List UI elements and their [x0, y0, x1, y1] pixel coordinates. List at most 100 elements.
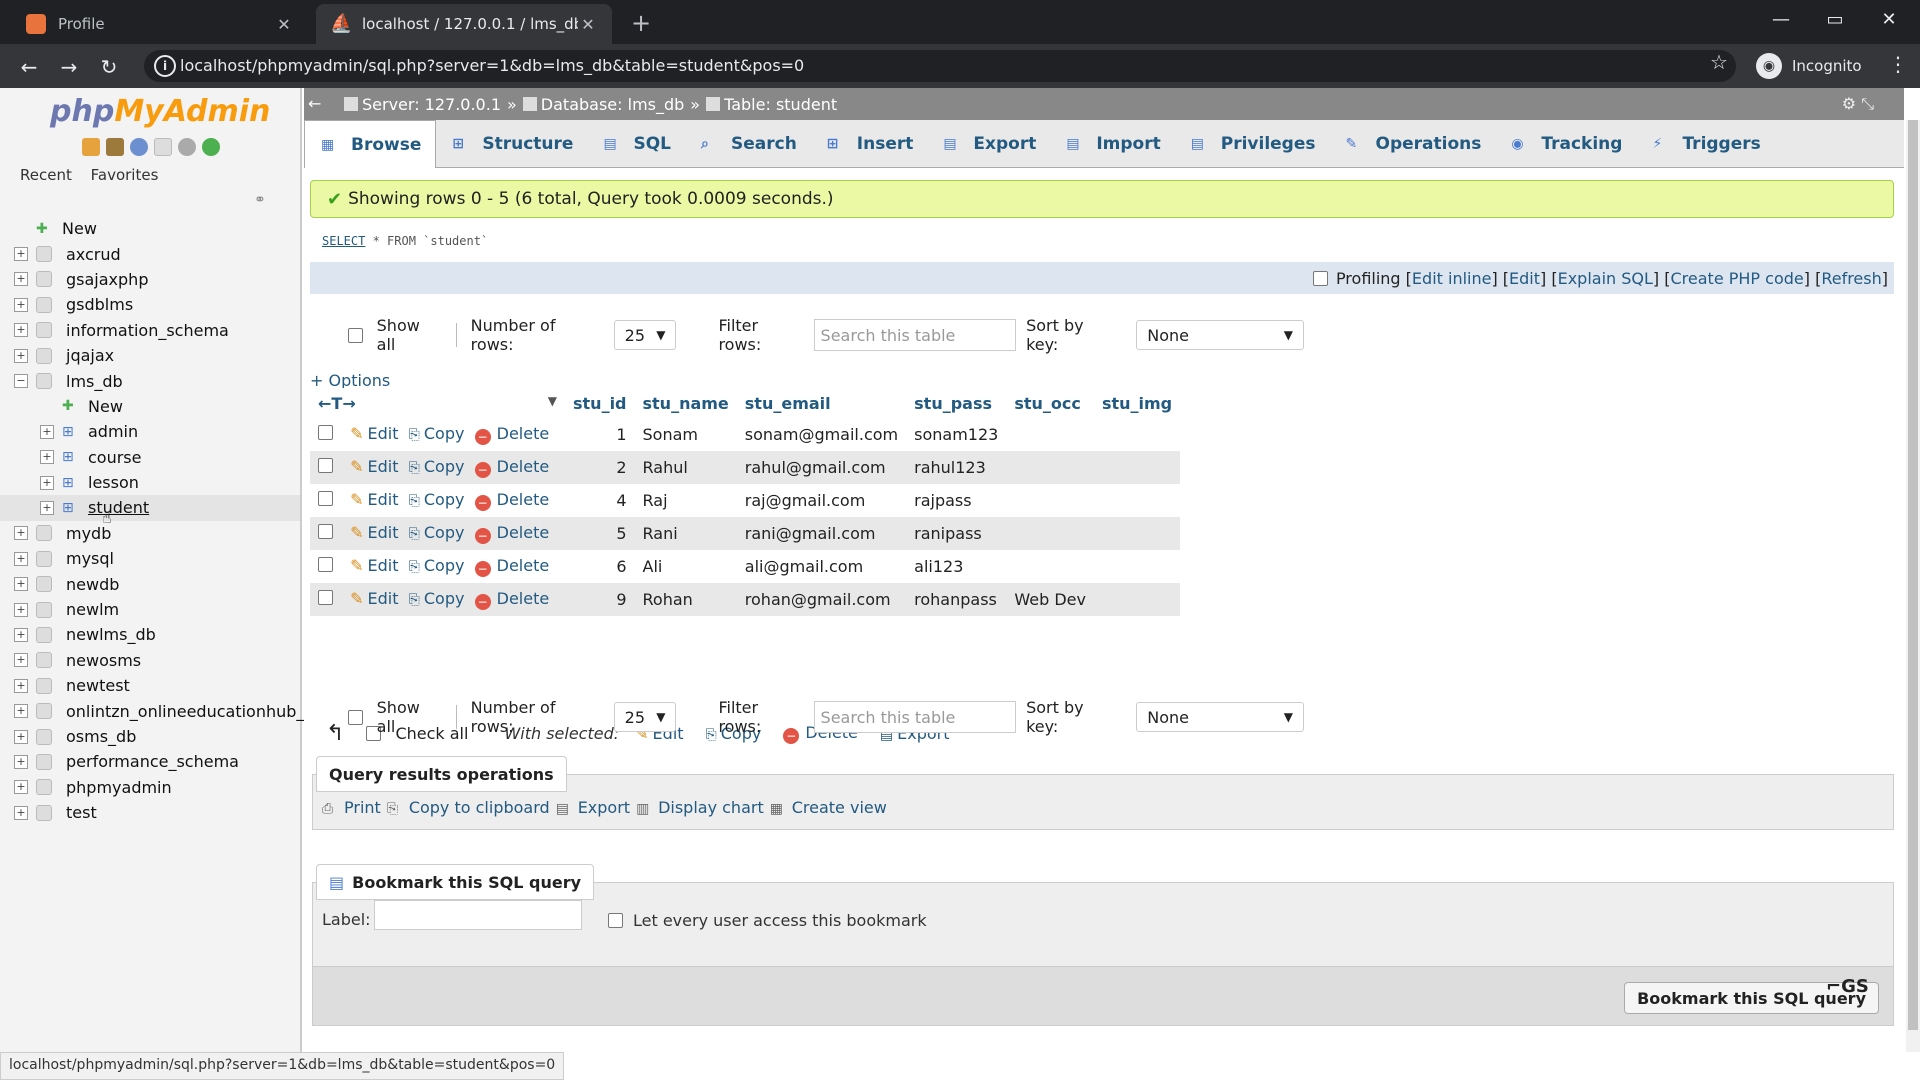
favorites-tab[interactable]: Favorites: [91, 166, 159, 184]
export-button[interactable]: ▤ Export: [556, 798, 630, 817]
row-checkbox[interactable]: [318, 458, 333, 473]
settings-gear-icon[interactable]: ⚙ ⤡: [1842, 94, 1874, 114]
cell-stu_id[interactable]: 1: [565, 418, 635, 451]
expand-icon[interactable]: +: [14, 272, 28, 287]
sidebar-item-gsajaxphp[interactable]: + gsajaxphp: [0, 267, 300, 292]
sidebar-item-label[interactable]: student: [88, 498, 149, 517]
expand-icon[interactable]: +: [14, 526, 28, 541]
row-delete-button[interactable]: − Delete: [474, 556, 549, 577]
sidebar-item-label[interactable]: New: [62, 219, 97, 238]
expand-icon[interactable]: +: [14, 323, 28, 338]
sidebar-item-label[interactable]: New: [88, 397, 123, 416]
sidebar-item-newlm[interactable]: + newlm: [0, 597, 300, 622]
sidebar-item-mysql[interactable]: + mysql: [0, 546, 300, 571]
expand-icon[interactable]: +: [14, 627, 28, 642]
sidebar-item-label[interactable]: test: [66, 803, 97, 822]
tab-import[interactable]: ▤ Import: [1050, 120, 1174, 168]
expand-icon[interactable]: +: [40, 475, 54, 490]
sidebar-item-newtest[interactable]: + newtest: [0, 673, 300, 698]
row-edit-button[interactable]: ✎ Edit: [350, 523, 398, 542]
row-copy-button[interactable]: ⎘ Copy: [409, 490, 465, 509]
show-all-checkbox[interactable]: [348, 327, 363, 343]
row-checkbox[interactable]: [318, 590, 333, 605]
sort-by-key-select[interactable]: None ▼: [1136, 702, 1304, 732]
row-checkbox[interactable]: [318, 557, 333, 572]
copy-to-clipboard-button[interactable]: ⎘ Copy to clipboard: [387, 798, 550, 817]
row-copy-button[interactable]: ⎘ Copy: [409, 457, 465, 476]
expand-icon[interactable]: +: [14, 297, 28, 312]
row-edit-button[interactable]: ✎ Edit: [350, 556, 398, 575]
cell-stu_id[interactable]: 6: [565, 550, 635, 583]
bookmark-public-checkbox[interactable]: [608, 913, 623, 928]
row-delete-button[interactable]: − Delete: [474, 490, 549, 511]
row-delete-button[interactable]: − Delete: [474, 523, 549, 544]
tab-tracking[interactable]: ◉ Tracking: [1495, 120, 1636, 168]
sidebar-item-performance-schema[interactable]: + performance_schema: [0, 749, 300, 774]
expand-icon[interactable]: +: [14, 780, 28, 795]
filter-rows-input[interactable]: Search this table: [813, 701, 1017, 733]
reload-nav-icon[interactable]: [202, 138, 220, 156]
row-edit-button[interactable]: ✎ Edit: [350, 589, 398, 608]
column-header-stu_name[interactable]: stu_name: [634, 388, 737, 418]
sidebar-item-newosms[interactable]: + newosms: [0, 648, 300, 673]
cell-stu_occ[interactable]: [1006, 517, 1094, 550]
scrollbar-thumb[interactable]: [1908, 120, 1918, 1030]
bookmark-star-icon[interactable]: ☆: [1710, 50, 1728, 74]
phpmyadmin-logo[interactable]: phpMyAdmin: [50, 94, 270, 129]
cell-stu_img[interactable]: [1093, 451, 1181, 484]
tab-sql[interactable]: ▤ SQL: [587, 120, 685, 168]
breadcrumb-server[interactable]: Server: 127.0.0.1: [362, 95, 501, 114]
cell-stu_name[interactable]: Rani: [634, 517, 737, 550]
cell-stu_occ[interactable]: [1006, 418, 1094, 451]
docs-icon[interactable]: [154, 138, 172, 156]
sidebar-item-label[interactable]: gsajaxphp: [66, 270, 148, 289]
cell-stu_img[interactable]: [1093, 484, 1181, 517]
cell-stu_name[interactable]: Rahul: [634, 451, 737, 484]
tab-browse[interactable]: ▦ Browse: [304, 120, 437, 168]
sidebar-item-New[interactable]: ✚ New: [0, 216, 300, 241]
browser-tab-phpmyadmin[interactable]: ⛵ localhost / 127.0.0.1 / lms_db / st ✕: [316, 4, 612, 44]
sidebar-item-axcrud[interactable]: + axcrud: [0, 241, 300, 266]
expand-icon[interactable]: +: [14, 551, 28, 566]
profiling-checkbox[interactable]: [1312, 270, 1328, 286]
breadcrumb-database[interactable]: Database: lms_db: [541, 95, 685, 114]
cell-stu_occ[interactable]: [1006, 484, 1094, 517]
expand-icon[interactable]: +: [14, 704, 28, 719]
restore-button[interactable]: ▭: [1808, 0, 1862, 44]
cell-stu_pass[interactable]: rohanpass: [906, 583, 1007, 616]
refresh-link[interactable]: Refresh: [1821, 269, 1881, 288]
cell-stu_name[interactable]: Rohan: [634, 583, 737, 616]
sidebar-item-label[interactable]: performance_schema: [66, 752, 239, 771]
row-edit-button[interactable]: ✎ Edit: [350, 424, 398, 443]
sort-by-key-select[interactable]: None ▼: [1136, 320, 1304, 350]
cell-stu_id[interactable]: 4: [565, 484, 635, 517]
expand-icon[interactable]: +: [40, 424, 54, 439]
forward-icon[interactable]: →: [54, 52, 84, 82]
sql-keyword[interactable]: SELECT: [322, 234, 365, 248]
sidebar-item-label[interactable]: onlintzn_onlineeducationhub_db: [66, 702, 325, 721]
row-copy-button[interactable]: ⎘ Copy: [409, 424, 465, 443]
sidebar-item-course[interactable]: + ⊞ course: [0, 445, 300, 470]
sidebar-item-label[interactable]: lms_db: [66, 372, 123, 391]
back-icon[interactable]: ←: [14, 52, 44, 82]
home-icon[interactable]: [82, 138, 100, 156]
cell-stu_pass[interactable]: sonam123: [906, 418, 1007, 451]
column-header-stu_img[interactable]: stu_img: [1093, 388, 1181, 418]
sidebar-item-lesson[interactable]: + ⊞ lesson: [0, 470, 300, 495]
tab-search[interactable]: ⌕ Search: [685, 120, 811, 168]
sidebar-item-label[interactable]: phpmyadmin: [66, 778, 172, 797]
row-delete-button[interactable]: − Delete: [474, 589, 549, 610]
collapse-icon[interactable]: −: [14, 374, 28, 389]
sidebar-item-mydb[interactable]: + mydb: [0, 521, 300, 546]
sidebar-item-jqajax[interactable]: + jqajax: [0, 343, 300, 368]
column-header-stu_email[interactable]: stu_email: [736, 388, 907, 418]
sidebar-item-gsdblms[interactable]: + gsdblms: [0, 292, 300, 317]
sidebar-item-label[interactable]: newlms_db: [66, 625, 156, 644]
row-copy-button[interactable]: ⎘ Copy: [409, 523, 465, 542]
cell-stu_id[interactable]: 9: [565, 583, 635, 616]
collapse-nav-icon[interactable]: ←: [308, 94, 321, 113]
display-chart-button[interactable]: ▥ Display chart: [636, 798, 764, 817]
browser-menu-icon[interactable]: ⋮: [1888, 52, 1908, 76]
cell-stu_email[interactable]: rohan@gmail.com: [736, 583, 907, 616]
row-copy-button[interactable]: ⎘ Copy: [409, 589, 465, 608]
